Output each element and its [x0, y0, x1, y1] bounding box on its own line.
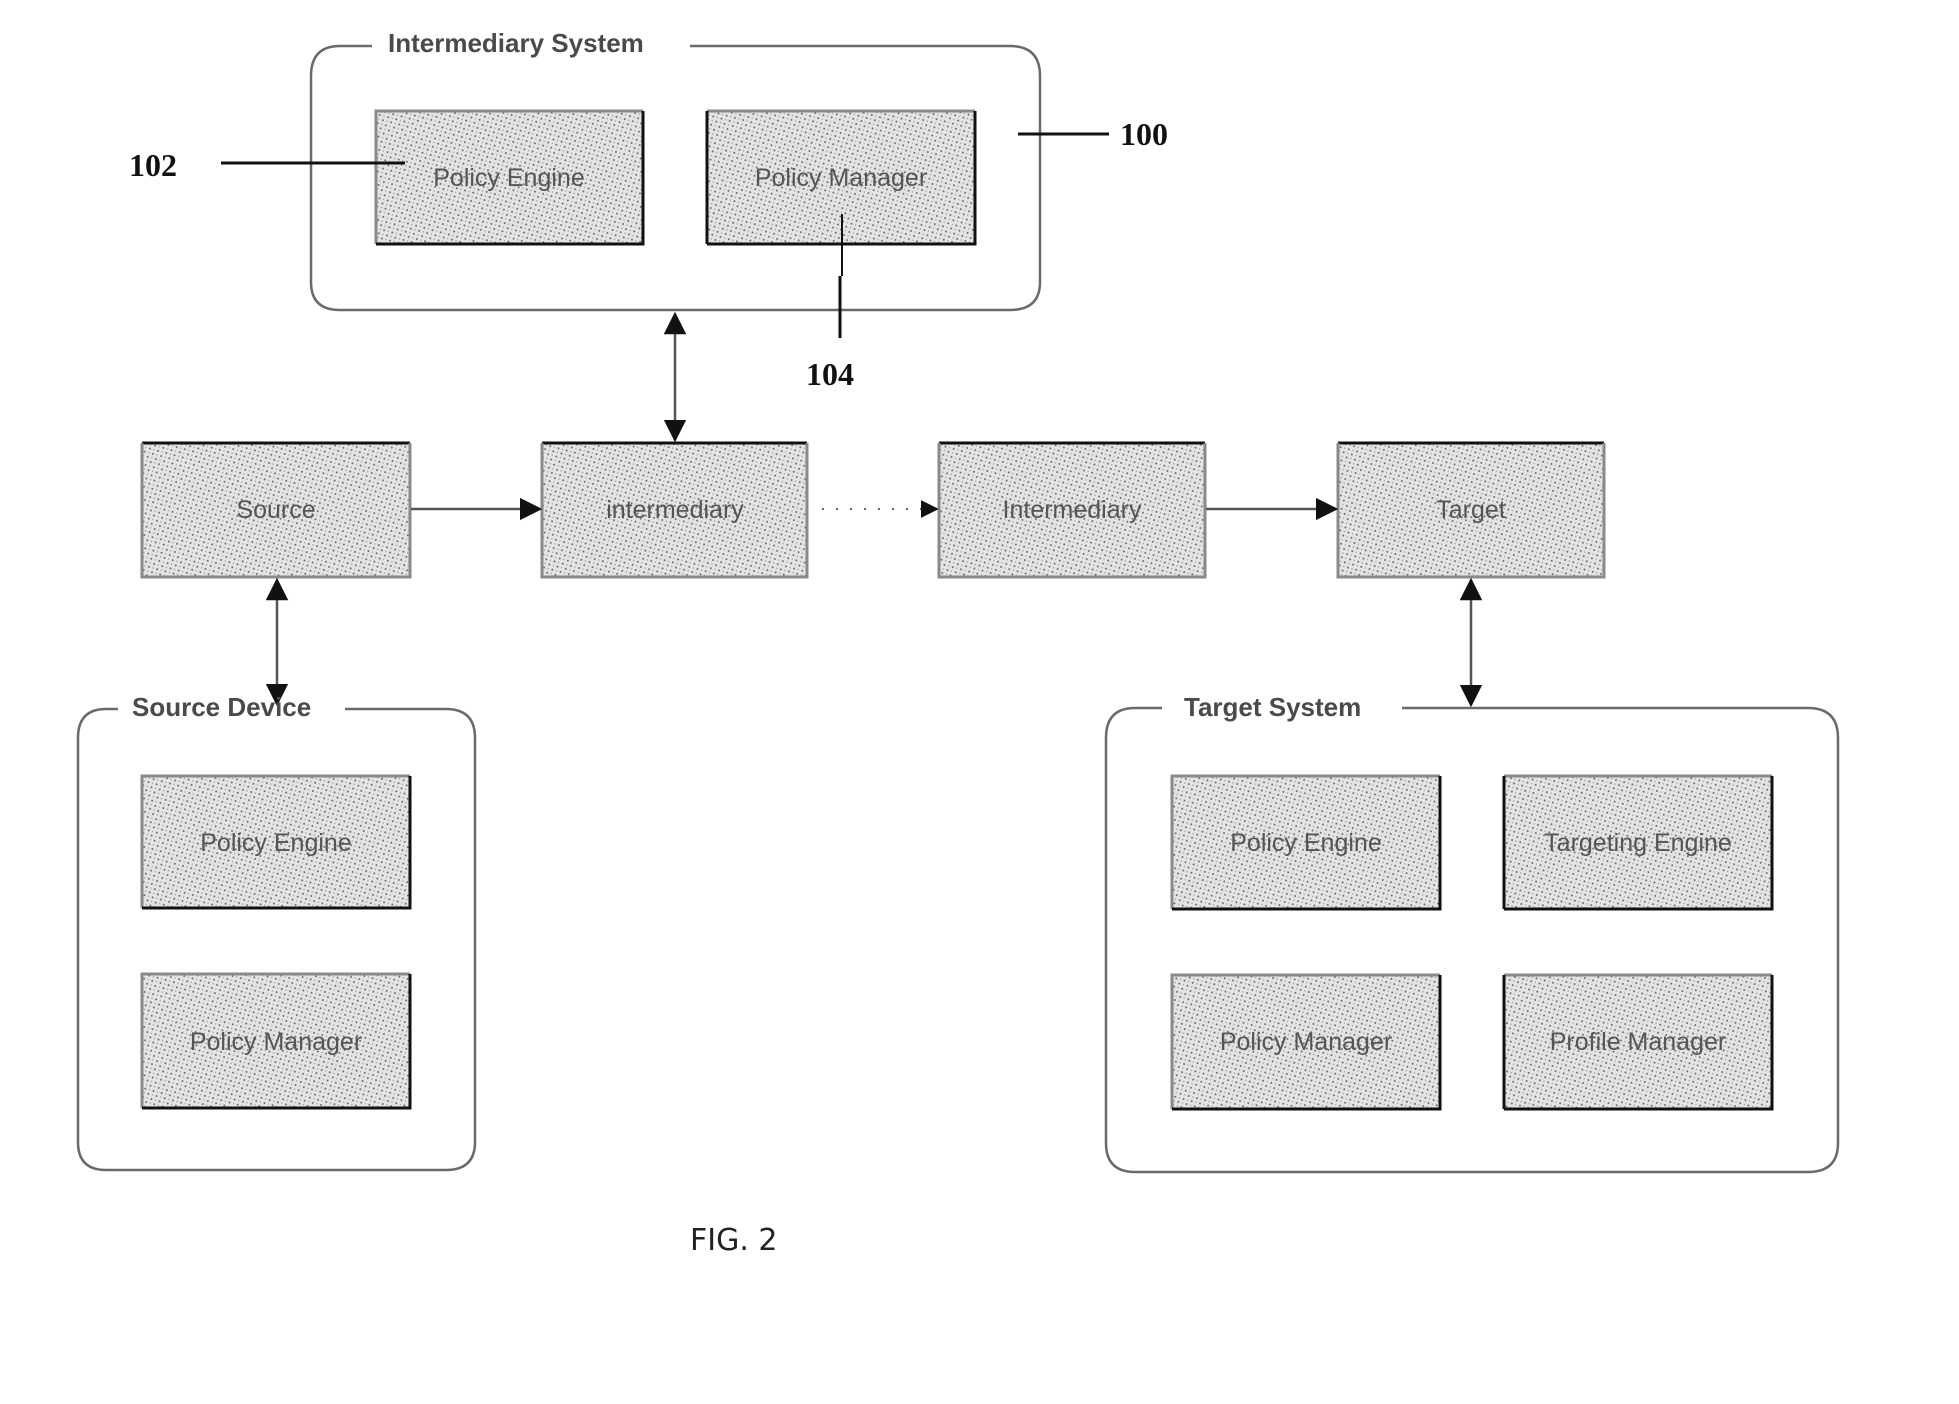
intermediary-node-2[interactable]: Intermediary — [937, 441, 1207, 579]
target-node[interactable]: Target — [1336, 441, 1606, 579]
target-policy-manager-label: Policy Manager — [1220, 1028, 1392, 1056]
source-policy-engine-label: Policy Engine — [200, 829, 351, 857]
intermediary-node-1-label: intermediary — [606, 496, 744, 524]
target-system-title: Target System — [1184, 692, 1361, 722]
intermediary-system-group: Intermediary System Policy Engine Policy… — [309, 28, 1042, 312]
intermediary-policy-manager-label: Policy Manager — [755, 164, 927, 192]
source-node[interactable]: Source — [140, 441, 412, 579]
intermediary-node-1[interactable]: intermediary — [540, 441, 809, 579]
target-policy-engine-box[interactable]: Policy Engine — [1170, 774, 1442, 911]
ref-numeral-100: 100 — [1120, 116, 1168, 152]
ref-numeral-102: 102 — [129, 147, 177, 183]
source-device-title: Source Device — [132, 692, 311, 722]
intermediary-policy-engine-label: Policy Engine — [433, 164, 584, 192]
target-policy-engine-label: Policy Engine — [1230, 829, 1381, 857]
target-node-label: Target — [1436, 496, 1506, 524]
figure-caption: FIG. 2 — [690, 1223, 778, 1258]
source-policy-engine-box[interactable]: Policy Engine — [140, 774, 412, 910]
intermediary-policy-engine-box[interactable]: Policy Engine — [374, 109, 645, 246]
source-device-group: Source Device Policy Engine Policy Manag… — [76, 692, 477, 1172]
target-profile-manager-box[interactable]: Profile Manager — [1502, 973, 1774, 1111]
target-profile-manager-label: Profile Manager — [1550, 1028, 1726, 1056]
source-policy-manager-box[interactable]: Policy Manager — [140, 972, 412, 1110]
ref-numeral-104: 104 — [806, 356, 854, 392]
intermediary-system-title: Intermediary System — [388, 28, 644, 58]
intermediary-node-2-label: Intermediary — [1003, 496, 1142, 524]
target-targeting-engine-label: Targeting Engine — [1544, 829, 1732, 857]
source-node-label: Source — [236, 496, 315, 524]
source-policy-manager-label: Policy Manager — [190, 1028, 362, 1056]
target-policy-manager-box[interactable]: Policy Manager — [1170, 973, 1442, 1111]
diagram-canvas: Intermediary System Policy Engine Policy… — [76, 28, 1840, 1258]
target-system-group: Target System Policy Engine Targeting En… — [1104, 692, 1840, 1174]
target-targeting-engine-box[interactable]: Targeting Engine — [1502, 774, 1774, 911]
